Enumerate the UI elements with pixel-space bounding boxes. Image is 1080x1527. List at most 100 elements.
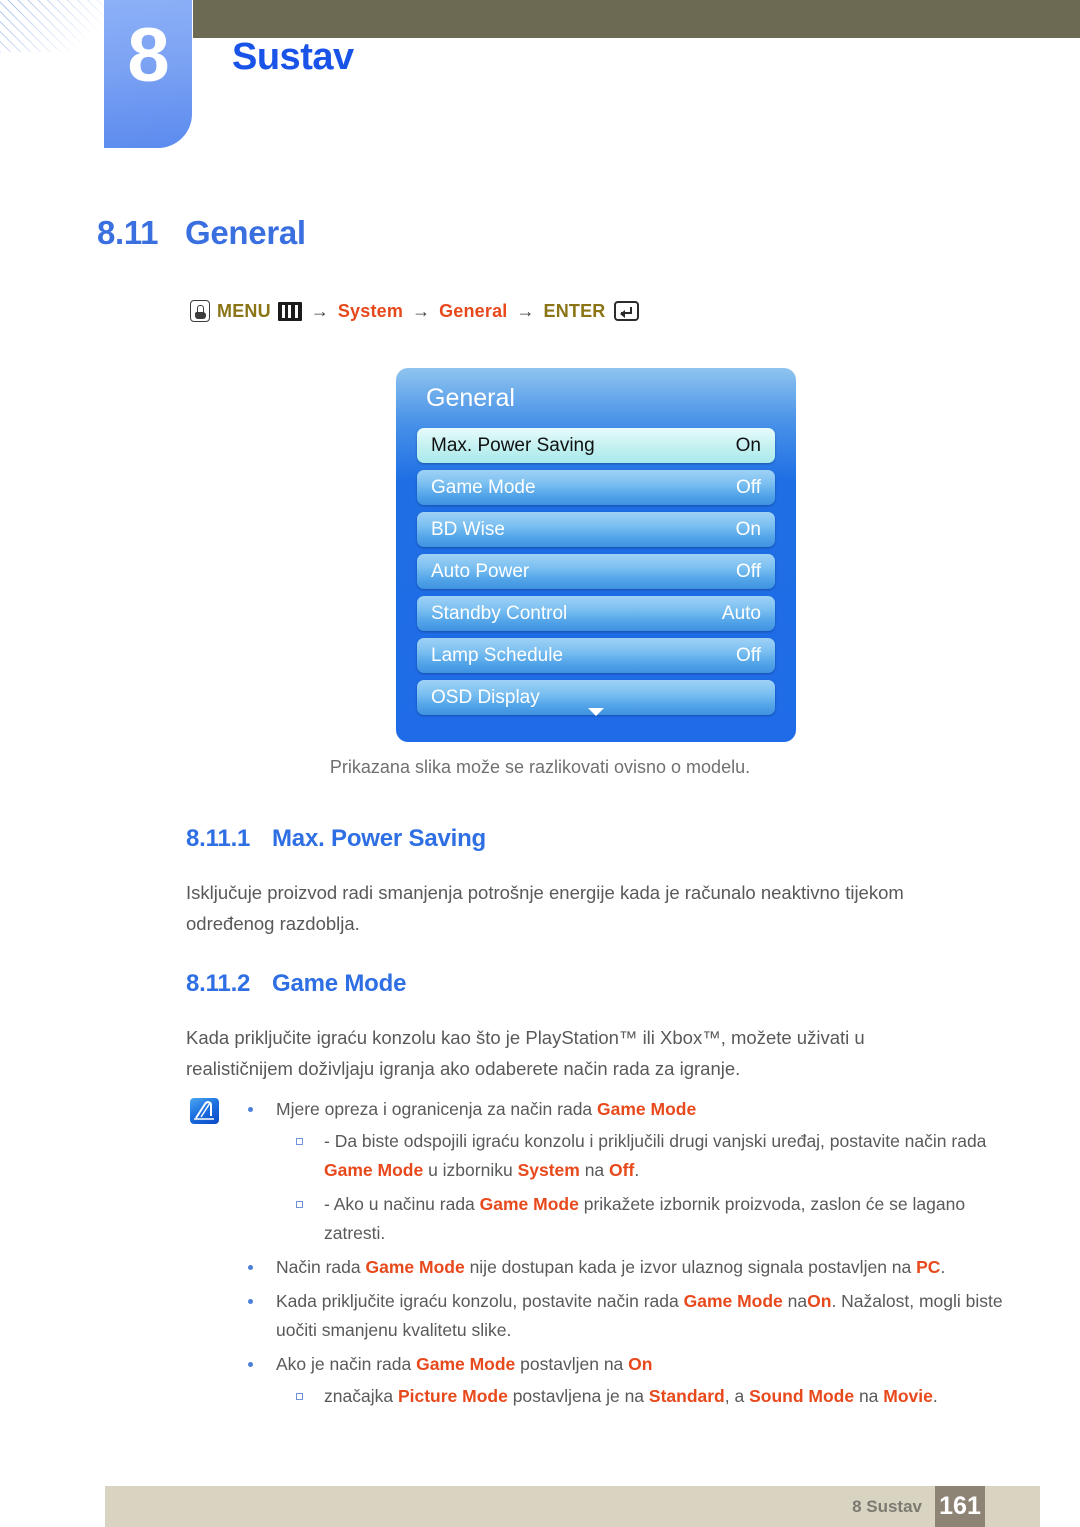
note-subitem-text: - Da biste odspojili igraću konzolu i pr… [324, 1131, 986, 1180]
bullet-square-icon [296, 1201, 303, 1208]
subsection-number: 8.11.1 [186, 825, 251, 852]
note-item: Način rada Game Mode nije dostupan kada … [186, 1253, 1016, 1282]
note-subitem: značajka Picture Mode postavljena je na … [276, 1382, 1016, 1411]
path-arrow-3: → [516, 300, 535, 321]
osd-caption: Prikazana slika može se razlikovati ovis… [329, 757, 751, 777]
osd-panel-title: General [426, 384, 515, 412]
note-text: Ako je način rada [276, 1354, 417, 1374]
path-step-general: General [439, 300, 508, 321]
bullet-dot-icon [248, 1107, 253, 1112]
path-step-system: System [337, 300, 404, 321]
enter-label: ENTER [543, 300, 606, 321]
note-item-text: Mjere opreza i ogranicenja za način rada… [276, 1099, 696, 1119]
note-item: Ako je način rada Game Mode postavljen n… [186, 1350, 1016, 1411]
keyword-term: Game Mode [683, 1291, 783, 1311]
note-item: Mjere opreza i ogranicenja za način rada… [186, 1095, 1016, 1248]
chevron-down-icon[interactable] [396, 705, 796, 718]
section-number: 8.11 [97, 214, 159, 251]
note-text: na [854, 1386, 884, 1406]
note-subitem: - Ako u načinu rada Game Mode prikažete … [276, 1190, 1016, 1248]
hand-press-icon [190, 300, 210, 322]
note-sublist: značajka Picture Mode postavljena je na … [276, 1382, 1016, 1411]
note-text: značajka [324, 1386, 398, 1406]
keyword-term: Game Mode [324, 1160, 424, 1180]
note-text: postavljena je na [507, 1386, 649, 1406]
note-text: - Ako u načinu rada [324, 1194, 480, 1214]
note-block: Mjere opreza i ogranicenja za način rada… [186, 1095, 1016, 1416]
header-topbar [193, 0, 1080, 38]
osd-row-label: Standby Control [431, 602, 568, 624]
subsection-paragraph-game-mode: Kada priključite igraću konzolu kao što … [186, 1027, 865, 1079]
osd-row[interactable]: Max. Power Saving On [417, 428, 775, 463]
subsection-paragraph-max-power-saving: Isključuje proizvod radi smanjenja potro… [186, 882, 904, 934]
subsection-number: 8.11.2 [186, 970, 251, 997]
osd-row-value: On [735, 518, 761, 540]
bullet-dot-icon [248, 1362, 253, 1367]
note-subitem: - Da biste odspojili igraću konzolu i pr… [276, 1127, 1016, 1185]
osd-row-value: On [735, 434, 761, 456]
osd-row-label: BD Wise [431, 518, 505, 540]
note-item-text: Kada priključite igraću konzolu, postavi… [276, 1291, 1003, 1340]
note-text: postavljen na [515, 1354, 629, 1374]
page-number: 161 [939, 1492, 981, 1520]
note-text: . [940, 1257, 946, 1277]
note-sublist: - Da biste odspojili igraću konzolu i pr… [276, 1127, 1016, 1248]
note-list: Mjere opreza i ogranicenja za način rada… [186, 1095, 1016, 1411]
menu-label: MENU [217, 300, 271, 321]
chapter-number: 8 [127, 13, 169, 98]
enter-key-icon [613, 301, 639, 321]
bullet-dot-icon [248, 1299, 253, 1304]
keyword-term: Picture Mode [397, 1386, 508, 1406]
note-text: na [782, 1291, 808, 1311]
footer-page-box: 161 [935, 1486, 985, 1527]
keyword-term: On [807, 1291, 832, 1311]
note-item: Kada priključite igraću konzolu, postavi… [186, 1287, 1016, 1345]
path-arrow-1: → [310, 300, 329, 321]
keyword-term: Game Mode [479, 1194, 579, 1214]
keyword-term: Movie [883, 1386, 933, 1406]
section-heading: 8.11 General [97, 214, 306, 252]
osd-row[interactable]: Game Mode Off [417, 470, 775, 505]
keyword-term: On [628, 1354, 653, 1374]
osd-row-value: Off [736, 644, 761, 666]
note-item-text: Način rada Game Mode nije dostupan kada … [276, 1257, 945, 1277]
chapter-title: Sustav [232, 36, 354, 78]
keyword-term: System [517, 1160, 580, 1180]
osd-row[interactable]: BD Wise On [417, 512, 775, 547]
osd-row-label: Lamp Schedule [431, 644, 564, 666]
hatch-decoration [0, 0, 106, 52]
bullet-dot-icon [248, 1265, 253, 1270]
page-header: 8 Sustav [0, 0, 1080, 160]
osd-row-label: Max. Power Saving [431, 434, 595, 456]
osd-row[interactable]: Auto Power Off [417, 554, 775, 589]
osd-row-value: Off [736, 560, 761, 582]
note-subitem-text: značajka Picture Mode postavljena je na … [324, 1386, 938, 1406]
bullet-square-icon [296, 1393, 303, 1400]
note-text: Mjere opreza i ogranicenja za način rada [276, 1099, 598, 1119]
osd-row-value: Off [736, 476, 761, 498]
osd-row-value: Auto [721, 602, 761, 624]
osd-row[interactable]: Standby Control Auto [417, 596, 775, 631]
path-arrow-2: → [412, 300, 431, 321]
osd-row[interactable]: Lamp Schedule Off [417, 638, 775, 673]
keyword-term: Game Mode [416, 1354, 516, 1374]
note-text: . [634, 1160, 640, 1180]
note-text: . [932, 1386, 938, 1406]
keyword-term: Standard [648, 1386, 725, 1406]
note-text: Način rada [276, 1257, 366, 1277]
subsection-heading-max-power-saving: 8.11.1 Max. Power Saving [186, 825, 486, 853]
section-title: General [185, 214, 306, 251]
note-text: - Da biste odspojili igraću konzolu i pr… [324, 1131, 987, 1151]
note-subitem-text: - Ako u načinu rada Game Mode prikažete … [324, 1194, 965, 1243]
osd-row-label: Auto Power [431, 560, 530, 582]
keyword-term: Game Mode [365, 1257, 465, 1277]
keyword-term: Game Mode [597, 1099, 697, 1119]
chapter-tab: 8 [104, 0, 192, 148]
page-footer: 8 Sustav 161 [105, 1486, 1040, 1527]
osd-row-label: Game Mode [431, 476, 536, 498]
keyword-term: Sound Mode [749, 1386, 855, 1406]
note-text: Kada priključite igraću konzolu, postavi… [276, 1291, 684, 1311]
note-text: nije dostupan kada je izvor ulaznog sign… [464, 1257, 917, 1277]
menu-grid-icon [277, 301, 302, 321]
keyword-term: Off [609, 1160, 635, 1180]
